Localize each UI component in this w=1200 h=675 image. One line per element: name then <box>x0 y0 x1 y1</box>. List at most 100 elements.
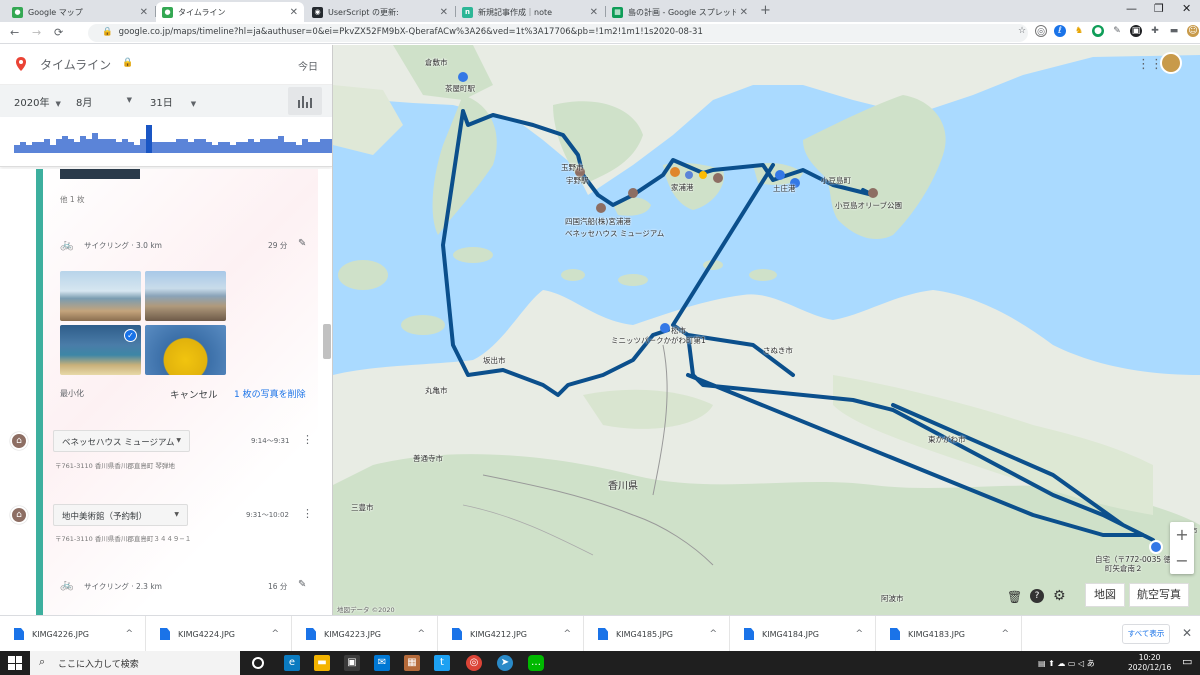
place-dropdown[interactable]: 地中美術館（予約制） ▼ <box>53 504 188 526</box>
back-icon[interactable]: ← <box>10 26 19 39</box>
maximize-window-icon[interactable]: ❐ <box>1154 2 1164 15</box>
histogram-bar[interactable] <box>200 139 206 153</box>
close-icon[interactable]: ✕ <box>140 7 148 18</box>
station-marker[interactable] <box>458 72 468 82</box>
photo-thumbnail[interactable] <box>60 271 141 321</box>
histogram-bar[interactable] <box>158 142 164 153</box>
photo-thumbnail[interactable] <box>60 169 140 179</box>
extension-icon[interactable]: ♞ <box>1073 25 1085 37</box>
histogram-bar[interactable] <box>50 145 56 153</box>
extension-icon[interactable]: ✚ <box>1149 25 1161 37</box>
reload-icon[interactable]: ⟳ <box>54 26 63 39</box>
histogram-bar[interactable] <box>62 136 68 153</box>
histogram-bar[interactable] <box>170 142 176 153</box>
windows-start-icon[interactable] <box>8 656 22 670</box>
file-explorer-icon[interactable]: ▬ <box>314 655 330 671</box>
download-item[interactable]: KIMG4184.JPG ^ <box>730 616 876 652</box>
histogram-bar[interactable] <box>152 142 158 153</box>
histogram-bar[interactable] <box>284 142 290 153</box>
extension-icon[interactable]: ℓ <box>1054 25 1066 37</box>
chevron-up-icon[interactable]: ^ <box>855 629 863 639</box>
extension-icon[interactable]: ▬ <box>1168 25 1180 37</box>
histogram-bar[interactable] <box>266 139 272 153</box>
twitter-icon[interactable]: t <box>434 655 450 671</box>
histogram-bar[interactable] <box>68 139 74 153</box>
edit-icon[interactable]: ✎ <box>298 579 306 590</box>
day-dropdown[interactable]: 31日 ▼ <box>150 94 196 109</box>
histogram-bar[interactable] <box>248 139 254 153</box>
histogram-bar[interactable] <box>182 139 188 153</box>
extension-icon[interactable]: ▣ <box>1130 25 1142 37</box>
profile-avatar[interactable]: ☺ <box>1187 25 1199 37</box>
photo-thumbnail[interactable] <box>145 271 226 321</box>
tab-google-maps[interactable]: ● Google マップ ✕ <box>6 2 154 22</box>
histogram-bar[interactable] <box>98 139 104 153</box>
minimize-link[interactable]: 最小化 <box>60 388 84 399</box>
new-tab-button[interactable]: + <box>760 3 771 18</box>
histogram-bar[interactable] <box>308 142 314 153</box>
histogram-bar[interactable] <box>206 142 212 153</box>
zoom-in-button[interactable]: + <box>1170 522 1194 548</box>
more-vert-icon[interactable]: ⋮ <box>302 433 313 446</box>
show-all-downloads-button[interactable]: すべて表示 <box>1122 624 1170 644</box>
histogram-bar[interactable] <box>32 142 38 153</box>
histogram-bar[interactable] <box>320 139 326 153</box>
tab-note[interactable]: n 新規記事作成｜note ✕ <box>456 2 604 22</box>
store-icon[interactable]: ▣ <box>344 655 360 671</box>
histogram-bar[interactable] <box>104 139 110 153</box>
forward-icon[interactable]: → <box>32 26 41 39</box>
help-icon[interactable]: ? <box>1030 589 1044 603</box>
histogram-bar[interactable] <box>92 133 98 153</box>
settings-gear-icon[interactable]: ⚙ <box>1053 588 1066 604</box>
histogram-bar[interactable] <box>14 145 20 153</box>
chevron-up-icon[interactable]: ^ <box>563 629 571 639</box>
histogram-bar[interactable] <box>134 145 140 153</box>
line-icon[interactable]: … <box>528 655 544 671</box>
chevron-up-icon[interactable]: ^ <box>417 629 425 639</box>
histogram-bar[interactable] <box>128 142 134 153</box>
url-field[interactable]: 🔒 google.co.jp/maps/timeline?hl=ja&authus… <box>88 24 1028 42</box>
satellite-view-button[interactable]: 航空写真 <box>1129 583 1189 607</box>
place-dropdown[interactable]: ベネッセハウス ミュージアム ▼ <box>53 430 190 452</box>
tab-sheets[interactable]: ▦島の計画 - Google スプレッドシート✕ <box>606 2 754 22</box>
close-window-icon[interactable]: ✕ <box>1182 2 1191 15</box>
more-vert-icon[interactable]: ⋮ <box>302 507 313 520</box>
histogram-bar[interactable] <box>146 125 152 153</box>
histogram-bar[interactable] <box>194 139 200 153</box>
star-icon[interactable]: ☆ <box>1016 25 1028 37</box>
histogram-bar[interactable] <box>218 142 224 153</box>
histogram-bar[interactable] <box>44 139 50 153</box>
activity-histogram[interactable] <box>0 117 332 167</box>
taskbar-clock[interactable]: 10:20 2020/12/16 <box>1128 653 1171 673</box>
download-item[interactable]: KIMG4212.JPG ^ <box>438 616 584 652</box>
notification-icon[interactable]: ▭ <box>1182 655 1192 668</box>
app-icon[interactable]: ▦ <box>404 655 420 671</box>
apps-grid-icon[interactable]: ⋮⋮ <box>1137 57 1163 72</box>
download-item[interactable]: KIMG4226.JPG ^ <box>0 616 146 652</box>
delete-photo-button[interactable]: 1 枚の写真を削除 <box>234 387 306 400</box>
histogram-bar[interactable] <box>296 145 302 153</box>
histogram-bar[interactable] <box>260 139 266 153</box>
histogram-bar[interactable] <box>38 142 44 153</box>
tab-timeline[interactable]: ● タイムライン ✕ <box>156 2 304 22</box>
system-tray-icons[interactable]: ▤ ⬆ ☁ ▭ ◁ あ <box>1038 658 1095 669</box>
histogram-bar[interactable] <box>224 142 230 153</box>
histogram-bar[interactable] <box>326 139 332 153</box>
histogram-bar[interactable] <box>230 145 236 153</box>
today-button[interactable]: 今日 <box>298 58 318 73</box>
edge-icon[interactable]: e <box>284 655 300 671</box>
account-avatar[interactable] <box>1160 52 1182 74</box>
photo-thumbnail[interactable] <box>145 325 226 375</box>
extension-icon[interactable]: ✎ <box>1111 25 1123 37</box>
histogram-bar[interactable] <box>272 139 278 153</box>
mail-icon[interactable]: ✉ <box>374 655 390 671</box>
task-view-icon[interactable] <box>252 657 264 669</box>
minimize-window-icon[interactable]: — <box>1126 2 1137 15</box>
close-icon[interactable]: ✕ <box>590 7 598 18</box>
histogram-bar[interactable] <box>140 139 146 153</box>
download-item[interactable]: KIMG4224.JPG ^ <box>146 616 292 652</box>
extension-icon[interactable]: ◎ <box>1035 25 1047 37</box>
histogram-bar[interactable] <box>188 142 194 153</box>
histogram-bar[interactable] <box>164 142 170 153</box>
chevron-up-icon[interactable]: ^ <box>125 629 133 639</box>
